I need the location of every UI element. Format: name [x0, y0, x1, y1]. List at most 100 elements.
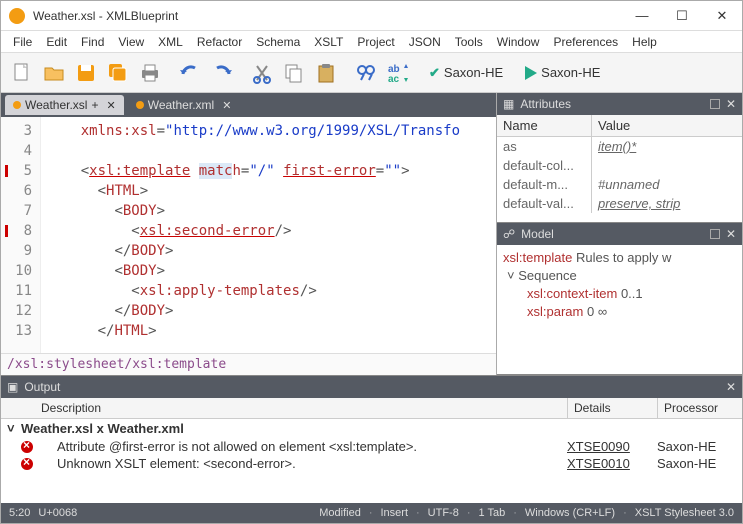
model-root: xsl:template: [503, 250, 572, 265]
attr-row[interactable]: asitem()*: [497, 137, 742, 156]
code-area[interactable]: xmlns:xsl="http://www.w3.org/1999/XSL/Tr…: [41, 117, 496, 353]
status-doctype: XSLT Stylesheet 3.0: [635, 507, 734, 519]
find-button[interactable]: [351, 58, 381, 88]
menubar: FileEditFindViewXMLRefactorSchemaXSLTPro…: [1, 31, 742, 53]
attributes-title: Attributes: [520, 97, 571, 111]
line-gutter: 345678910111213: [1, 117, 41, 353]
tree-icon: ☍: [503, 227, 515, 241]
status-eol: Windows (CR+LF): [525, 507, 615, 519]
model-item[interactable]: xsl:param 0 ∞: [527, 303, 736, 321]
model-panel-header[interactable]: ☍ Model ✕: [497, 223, 742, 245]
close-icon[interactable]: ✕: [726, 97, 736, 111]
error-icon: [21, 458, 33, 470]
check-icon: ✔: [429, 65, 440, 81]
error-icon: [21, 441, 33, 453]
validate-button[interactable]: ✔ Saxon-HE: [423, 58, 509, 88]
menu-project[interactable]: Project: [351, 33, 400, 51]
cut-button[interactable]: [247, 58, 277, 88]
close-icon[interactable]: ✕: [726, 227, 736, 241]
status-codepoint: U+0068: [38, 507, 77, 519]
model-item[interactable]: xsl:context-item 0..1: [527, 285, 736, 303]
attr-head-name[interactable]: Name: [497, 115, 592, 136]
model-desc: Rules to apply w: [576, 250, 671, 265]
tab-weather-xml[interactable]: Weather.xml✕: [128, 95, 240, 115]
menu-refactor[interactable]: Refactor: [191, 33, 248, 51]
menu-xslt[interactable]: XSLT: [308, 33, 349, 51]
close-button[interactable]: ✕: [710, 8, 734, 24]
close-icon[interactable]: ✕: [726, 380, 736, 394]
chevron-down-icon: ˅: [7, 421, 21, 436]
status-indent: 1 Tab: [479, 507, 506, 519]
output-error-row[interactable]: Unknown XSLT element: <second-error>.XTS…: [1, 455, 742, 472]
run-label: Saxon-HE: [541, 65, 600, 80]
copy-button[interactable]: [279, 58, 309, 88]
menu-json[interactable]: JSON: [403, 33, 447, 51]
status-modified: Modified: [319, 507, 361, 519]
titlebar: Weather.xsl - XMLBlueprint — ☐ ✕: [1, 1, 742, 31]
output-table-head: Description Details Processor: [1, 398, 742, 419]
grid-icon: ▦: [503, 97, 514, 111]
menu-xml[interactable]: XML: [152, 33, 189, 51]
menu-schema[interactable]: Schema: [250, 33, 306, 51]
tab-weather-xsl[interactable]: Weather.xsl+✕: [5, 95, 124, 115]
save-all-button[interactable]: [103, 58, 133, 88]
out-head-proc[interactable]: Processor: [657, 398, 742, 418]
attributes-table: Name Value asitem()*default-col...defaul…: [497, 115, 742, 222]
output-title: Output: [24, 380, 60, 394]
menu-tools[interactable]: Tools: [449, 33, 489, 51]
attributes-panel-header[interactable]: ▦ Attributes ✕: [497, 93, 742, 115]
attr-row[interactable]: default-val...preserve, strip: [497, 194, 742, 213]
maximize-button[interactable]: ☐: [670, 8, 694, 24]
redo-button[interactable]: [207, 58, 237, 88]
menu-find[interactable]: Find: [75, 33, 110, 51]
dirty-icon: +: [91, 98, 98, 112]
toolbar: abac ✔ Saxon-HE Saxon-HE: [1, 53, 742, 93]
menu-edit[interactable]: Edit: [40, 33, 73, 51]
close-icon[interactable]: ✕: [107, 99, 116, 112]
editor-tabs: Weather.xsl+✕Weather.xml✕: [1, 93, 496, 117]
statusbar: 5:20 U+0068 Modified· Insert· UTF-8· 1 T…: [1, 503, 742, 523]
menu-file[interactable]: File: [7, 33, 38, 51]
run-button[interactable]: Saxon-HE: [519, 58, 606, 88]
validate-label: Saxon-HE: [444, 65, 503, 80]
out-head-details[interactable]: Details: [567, 398, 657, 418]
open-file-button[interactable]: [39, 58, 69, 88]
find-replace-button[interactable]: abac: [383, 58, 413, 88]
output-icon: ▣: [7, 380, 18, 394]
minimize-button[interactable]: —: [630, 8, 654, 24]
app-icon: [9, 8, 25, 24]
window-title: Weather.xsl - XMLBlueprint: [33, 9, 630, 23]
model-sequence: Sequence: [518, 268, 577, 283]
undo-button[interactable]: [175, 58, 205, 88]
menu-preferences[interactable]: Preferences: [547, 33, 624, 51]
file-icon: [13, 101, 21, 109]
menu-window[interactable]: Window: [491, 33, 546, 51]
paste-button[interactable]: [311, 58, 341, 88]
new-file-button[interactable]: [7, 58, 37, 88]
status-insert: Insert: [380, 507, 408, 519]
attr-row[interactable]: default-col...: [497, 156, 742, 175]
file-icon: [136, 101, 144, 109]
attr-row[interactable]: default-m...#unnamed: [497, 175, 742, 194]
code-editor[interactable]: 345678910111213 xmlns:xsl="http://www.w3…: [1, 117, 496, 353]
output-group[interactable]: ˅ Weather.xsl x Weather.xml: [1, 419, 742, 438]
undock-icon[interactable]: [710, 229, 720, 239]
model-tree[interactable]: xsl:template Rules to apply w ˅ Sequence…: [497, 245, 742, 374]
menu-view[interactable]: View: [112, 33, 150, 51]
breadcrumb[interactable]: /xsl:stylesheet/xsl:template: [1, 353, 496, 375]
menu-help[interactable]: Help: [626, 33, 663, 51]
output-error-row[interactable]: Attribute @first-error is not allowed on…: [1, 438, 742, 455]
attr-head-value[interactable]: Value: [592, 115, 742, 136]
status-enc: UTF-8: [428, 507, 459, 519]
model-title: Model: [521, 227, 554, 241]
status-pos: 5:20: [9, 507, 30, 519]
undock-icon[interactable]: [710, 99, 720, 109]
save-button[interactable]: [71, 58, 101, 88]
output-panel-header[interactable]: ▣ Output ✕: [1, 376, 742, 398]
close-icon[interactable]: ✕: [222, 99, 231, 112]
play-icon: [525, 66, 537, 80]
output-group-title: Weather.xsl x Weather.xml: [21, 421, 184, 436]
print-button[interactable]: [135, 58, 165, 88]
svg-text:ac: ac: [388, 74, 400, 84]
out-head-desc[interactable]: Description: [1, 398, 567, 418]
